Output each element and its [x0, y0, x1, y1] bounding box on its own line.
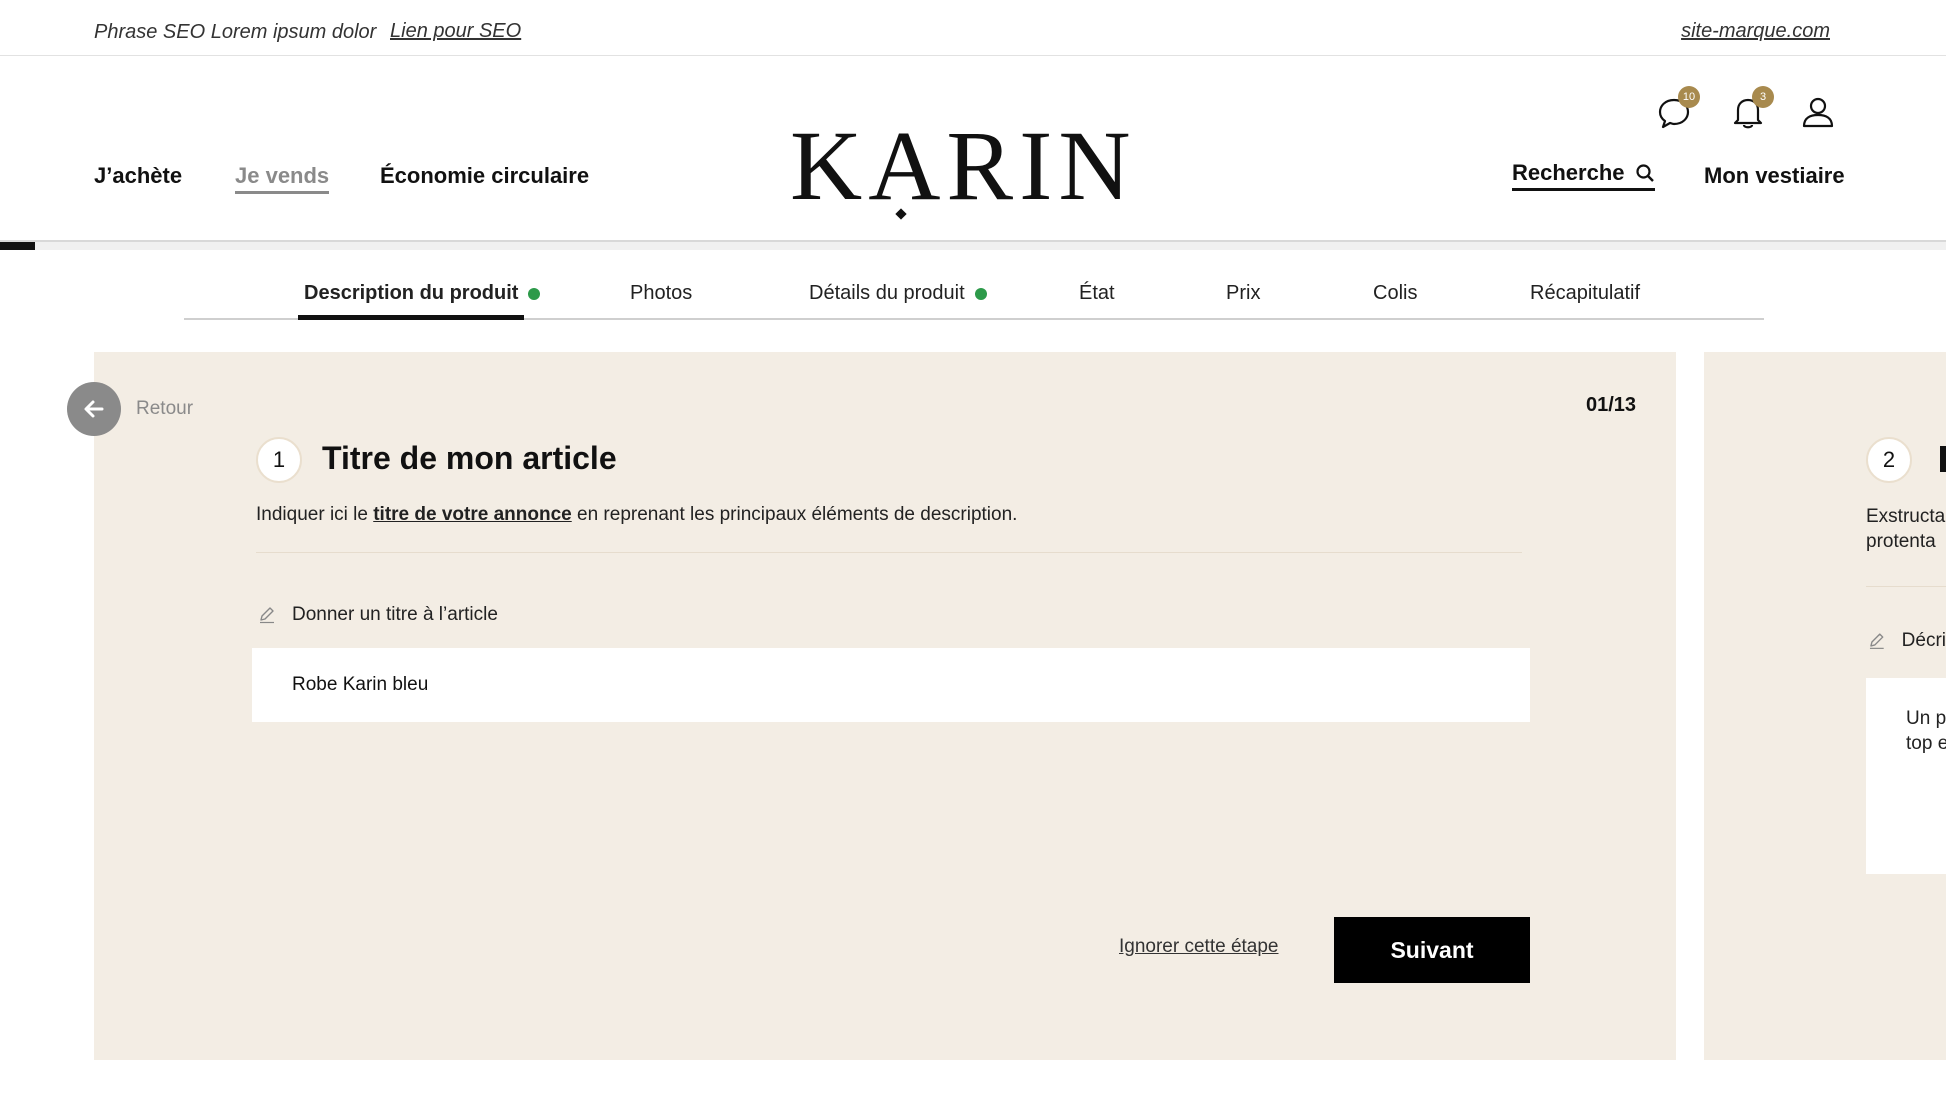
article-title-input[interactable] [252, 648, 1530, 722]
nav-circular-economy[interactable]: Économie circulaire [380, 163, 589, 189]
next-step-field-label: Décri [1901, 630, 1946, 651]
instruction-before: Indiquer ici le [256, 504, 374, 525]
arrow-left-icon [84, 400, 104, 418]
seo-link[interactable]: Lien pour SEO [390, 20, 521, 43]
field-label: Donner un titre à l’article [292, 604, 498, 625]
search-icon [1635, 164, 1654, 182]
search-link[interactable]: Recherche [1512, 160, 1655, 191]
step-tabs: Description du produit Photos Détails du… [184, 270, 1764, 320]
tab-label: État [1079, 282, 1115, 304]
progress-bar [0, 240, 1946, 250]
tab-product-details[interactable]: Détails du produit [809, 282, 987, 305]
check-icon [528, 287, 541, 300]
tab-product-description[interactable]: Description du produit [304, 282, 541, 305]
tab-photos[interactable]: Photos [630, 282, 692, 305]
pencil-icon [260, 607, 274, 624]
step-instruction: Indiquer ici le titre de votre annonce e… [256, 504, 1017, 526]
description-line: Un p [1906, 708, 1946, 729]
next-step-title-fragment [1940, 446, 1946, 472]
step-title: Titre de mon article [322, 440, 617, 476]
nav-my-wardrobe[interactable]: Mon vestiaire [1704, 163, 1845, 189]
messages-badge: 10 [1678, 86, 1700, 108]
site-link[interactable]: site-marque.com [1681, 20, 1830, 43]
skip-step-link[interactable]: Ignorer cette étape [1119, 936, 1279, 958]
notifications-badge: 3 [1752, 86, 1774, 108]
progress-fill [0, 242, 36, 250]
step-counter: 01/13 [1586, 394, 1637, 416]
back-button[interactable] [67, 382, 121, 436]
tab-label: Détails du produit [809, 282, 965, 304]
next-step-number: 2 [1866, 437, 1912, 483]
back-label[interactable]: Retour [136, 398, 193, 420]
messages-icon[interactable]: 10 [1654, 86, 1700, 132]
user-icon [1802, 97, 1834, 128]
next-button[interactable]: Suivant [1334, 917, 1530, 983]
next-step-instruction-line: protenta [1866, 531, 1936, 552]
tab-price[interactable]: Prix [1226, 282, 1260, 305]
tab-label: Colis [1373, 282, 1418, 304]
site-header: J’achète Je vends Économie circulaire KA… [0, 56, 1946, 240]
brand-logo[interactable]: KARIN [790, 116, 1137, 220]
pencil-icon [1869, 633, 1884, 649]
check-icon [974, 287, 987, 300]
divider [256, 552, 1522, 553]
tab-label: Prix [1226, 282, 1261, 304]
tab-label: Photos [630, 282, 693, 304]
next-step-field-label-row: Décri [1868, 630, 1946, 652]
search-label: Recherche [1512, 160, 1625, 185]
field-label-row: Donner un titre à l’article [258, 604, 498, 626]
nav-sell[interactable]: Je vends [235, 163, 330, 194]
notifications-icon[interactable]: 3 [1728, 86, 1774, 132]
tab-parcel[interactable]: Colis [1373, 282, 1417, 305]
seo-phrase: Phrase SEO Lorem ipsum dolor [94, 21, 377, 43]
seo-bar: Phrase SEO Lorem ipsum dolor Lien pour S… [0, 0, 1946, 56]
tab-summary[interactable]: Récapitulatif [1530, 282, 1640, 305]
tab-condition[interactable]: État [1079, 282, 1115, 305]
instruction-emphasis: titre de votre annonce [373, 504, 572, 525]
brand-logo-text: KARIN [790, 110, 1137, 221]
description-textarea[interactable]: Un p top e [1866, 678, 1946, 874]
nav-buy[interactable]: J’achète [94, 163, 182, 189]
tab-label: Récapitulatif [1530, 282, 1641, 304]
step-number: 1 [256, 437, 302, 483]
next-step-instruction: Exstructa protenta [1866, 504, 1946, 554]
next-step-instruction-line: Exstructa [1866, 506, 1946, 527]
next-step-divider [1866, 586, 1946, 587]
account-icon[interactable] [1798, 92, 1838, 132]
instruction-after: en reprenant les principaux éléments de … [571, 504, 1018, 525]
description-line: top e [1906, 733, 1946, 754]
tab-label: Description du produit [304, 282, 519, 304]
active-tab-underline [298, 315, 524, 320]
